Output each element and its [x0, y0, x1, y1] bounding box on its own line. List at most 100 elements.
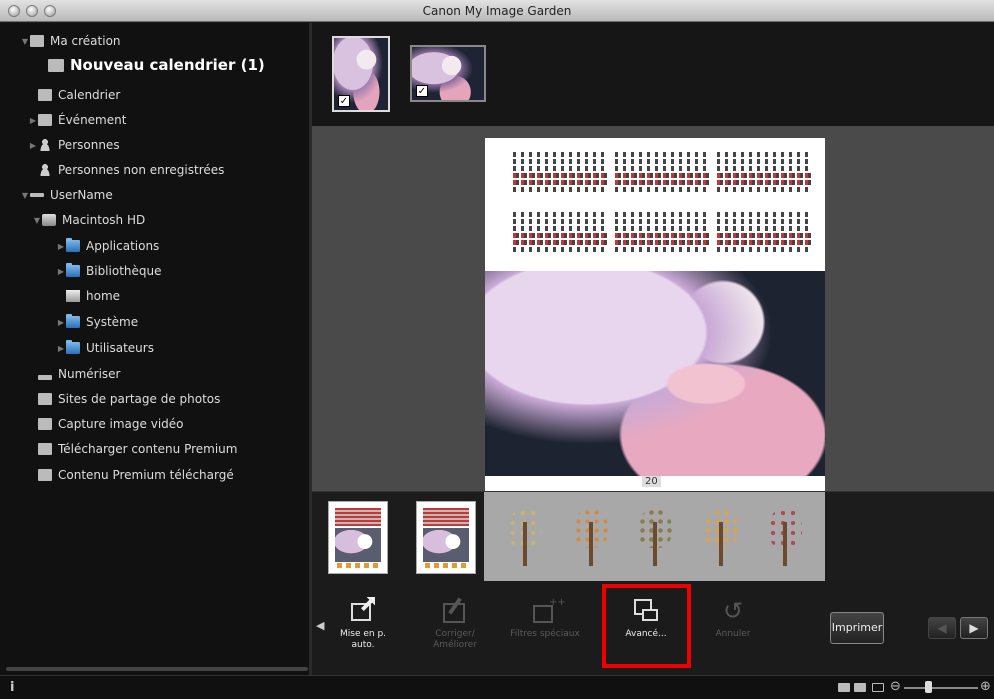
- sidebar-item-new-calendar[interactable]: Nouveau calendrier (1): [48, 53, 265, 77]
- sidebar-item-video-capture[interactable]: Capture image vidéo: [38, 412, 184, 436]
- sidebar-item-downloaded-premium[interactable]: Contenu Premium téléchargé: [38, 463, 234, 487]
- next-page-button[interactable]: ▶: [960, 617, 988, 639]
- background-tree-5[interactable]: [766, 506, 804, 568]
- sidebar-item-label: Capture image vidéo: [58, 417, 184, 431]
- sidebar-item-calendar[interactable]: Calendrier: [38, 83, 120, 107]
- image-thumbnail-2[interactable]: ✓: [410, 45, 486, 102]
- special-filters-label: Filtres spéciaux: [510, 629, 580, 639]
- zoom-in-icon[interactable]: ⊕: [980, 679, 991, 694]
- disclosure-closed-icon[interactable]: ▶: [28, 141, 38, 150]
- highlight-box: [602, 584, 691, 668]
- special-filters-button[interactable]: ++ Filtres spéciaux: [510, 591, 580, 663]
- page-thumbnail-1[interactable]: [328, 501, 388, 574]
- sidebar-item-event[interactable]: ▶ Événement: [28, 108, 127, 132]
- user-icon: [30, 193, 44, 197]
- downloaded-icon: [38, 469, 52, 481]
- undo-button[interactable]: ↺ Annuler: [698, 591, 768, 663]
- sidebar-item-label: Sites de partage de photos: [58, 392, 221, 406]
- background-tree-1[interactable]: [506, 506, 544, 568]
- zoom-slider[interactable]: [904, 687, 978, 689]
- month-block: [615, 152, 710, 202]
- sidebar-item-download-premium[interactable]: Télécharger contenu Premium: [38, 437, 237, 461]
- video-capture-icon: [38, 418, 52, 430]
- share-icon: [38, 393, 52, 405]
- sidebar-item-label: Calendrier: [58, 88, 121, 102]
- sidebar-item-label: Macintosh HD: [62, 213, 146, 227]
- arrow-left-icon: ◀: [937, 621, 947, 635]
- sidebar-item-username[interactable]: ▼ UserName: [20, 183, 113, 207]
- disclosure-closed-icon[interactable]: ▶: [56, 318, 66, 327]
- mini-photo: [423, 528, 469, 562]
- month-block: [717, 212, 812, 262]
- sidebar-item-label: Télécharger contenu Premium: [58, 442, 238, 456]
- auto-layout-label: Mise en p. auto.: [339, 629, 387, 650]
- view-thumbnail-icon[interactable]: [838, 683, 850, 692]
- sidebar-item-macintosh-hd[interactable]: ▼ Macintosh HD: [32, 208, 145, 232]
- mini-decoration: [425, 563, 467, 568]
- arrow-right-icon: ▶: [969, 621, 979, 635]
- mini-calendar: [335, 508, 381, 526]
- sidebar-item-users[interactable]: ▶ Utilisateurs: [56, 336, 154, 360]
- background-selector: [484, 492, 825, 581]
- calendar-photo[interactable]: [485, 271, 825, 476]
- folder-icon: [66, 238, 80, 252]
- sidebar-item-label: Personnes non enregistrées: [58, 163, 225, 177]
- mini-calendar: [423, 508, 469, 526]
- sidebar-item-unregistered-people[interactable]: Personnes non enregistrées: [38, 158, 224, 182]
- image-thumbnail-1[interactable]: ✓: [332, 36, 390, 112]
- sidebar-item-label: UserName: [50, 188, 113, 202]
- sidebar: ▼ Ma création Nouveau calendrier (1) Cal…: [0, 23, 309, 675]
- sidebar-item-label: Personnes: [58, 138, 120, 152]
- print-button[interactable]: Imprimer: [830, 612, 884, 644]
- disclosure-open-icon[interactable]: ▼: [20, 37, 30, 46]
- sidebar-item-scan[interactable]: Numériser: [38, 362, 121, 386]
- calendar-icon: [38, 89, 52, 101]
- folder-icon: [66, 314, 80, 328]
- special-filters-icon: ++: [531, 597, 566, 625]
- sidebar-item-photo-sharing[interactable]: Sites de partage de photos: [38, 387, 220, 411]
- fullscreen-icon[interactable]: [872, 683, 884, 692]
- sidebar-item-home[interactable]: home: [66, 284, 120, 308]
- page-filmstrip: [312, 491, 994, 581]
- undo-label: Annuler: [715, 629, 751, 639]
- disclosure-closed-icon[interactable]: ▶: [56, 242, 66, 251]
- background-tree-3[interactable]: [636, 506, 674, 568]
- info-button[interactable]: i: [10, 680, 14, 695]
- collapse-left-icon[interactable]: ◀: [316, 619, 324, 632]
- view-details-icon[interactable]: [854, 683, 866, 692]
- calendar-page[interactable]: 20: [485, 138, 825, 493]
- checkbox-checked-icon[interactable]: ✓: [338, 95, 350, 107]
- sidebar-item-people[interactable]: ▶ Personnes: [28, 133, 120, 157]
- sidebar-item-library[interactable]: ▶ Bibliothèque: [56, 259, 162, 283]
- edit-canvas: 20: [312, 126, 994, 493]
- correct-enhance-button[interactable]: Corriger/ Améliorer: [420, 591, 490, 663]
- disclosure-closed-icon[interactable]: ▶: [56, 344, 66, 353]
- checkbox-checked-icon[interactable]: ✓: [416, 85, 428, 97]
- zoom-slider-handle[interactable]: [925, 681, 932, 693]
- sidebar-item-label: Contenu Premium téléchargé: [58, 468, 234, 482]
- background-tree-4[interactable]: [702, 506, 740, 568]
- sidebar-item-label: Utilisateurs: [86, 341, 154, 355]
- sidebar-item-label: Ma création: [50, 34, 121, 48]
- previous-page-button[interactable]: ◀: [928, 617, 956, 639]
- sidebar-item-my-art[interactable]: ▼ Ma création: [20, 29, 121, 53]
- disclosure-open-icon[interactable]: ▼: [20, 191, 30, 200]
- status-bar: i ⊖ ⊕: [0, 675, 994, 699]
- correct-enhance-icon: [441, 597, 469, 625]
- background-tree-2[interactable]: [572, 506, 610, 568]
- year-label[interactable]: 20: [642, 476, 661, 487]
- sidebar-scrollbar[interactable]: [6, 667, 308, 671]
- download-icon: [38, 443, 52, 455]
- zoom-out-icon[interactable]: ⊖: [890, 679, 901, 694]
- mini-photo: [335, 528, 381, 562]
- undo-icon: ↺: [722, 597, 744, 625]
- disclosure-closed-icon[interactable]: ▶: [28, 116, 38, 125]
- disclosure-closed-icon[interactable]: ▶: [56, 267, 66, 276]
- page-thumbnail-2[interactable]: [416, 501, 476, 574]
- disclosure-open-icon[interactable]: ▼: [32, 216, 42, 225]
- sidebar-item-applications[interactable]: ▶ Applications: [56, 234, 159, 258]
- sidebar-item-system[interactable]: ▶ Système: [56, 310, 138, 334]
- auto-layout-button[interactable]: Mise en p. auto.: [328, 591, 398, 663]
- sidebar-item-label: Bibliothèque: [86, 264, 162, 278]
- window-title: Canon My Image Garden: [422, 4, 572, 18]
